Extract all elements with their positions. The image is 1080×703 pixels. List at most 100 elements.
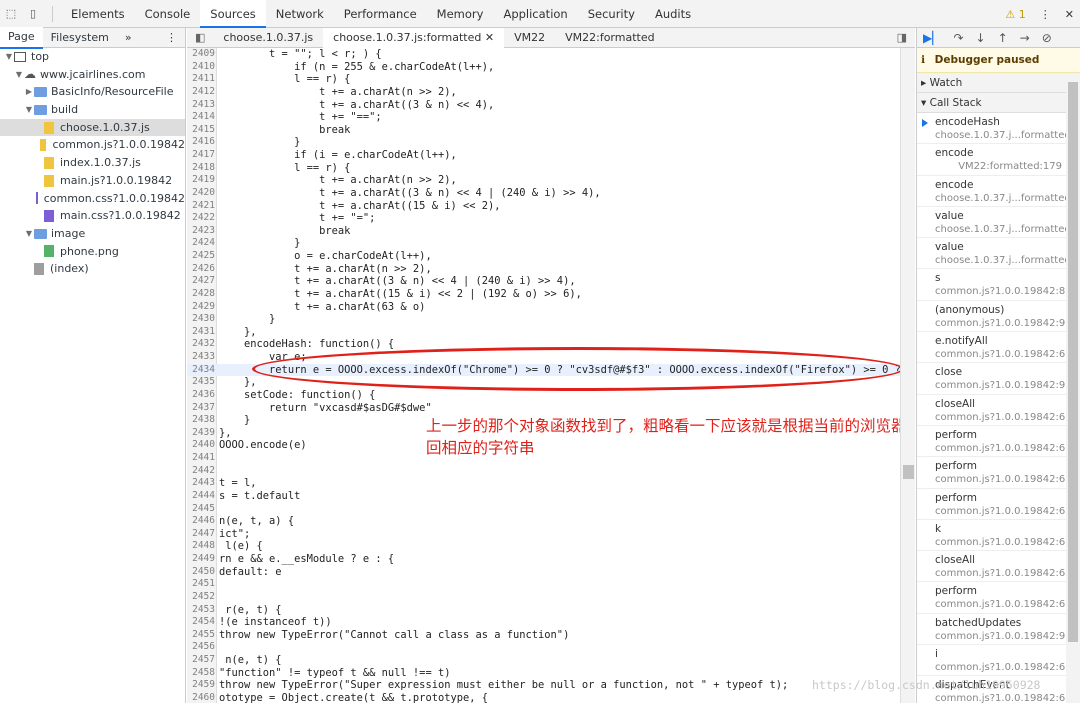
editor-tab[interactable]: VM22	[504, 28, 555, 48]
close-tab-icon[interactable]: ✕	[481, 31, 494, 44]
more-menu-icon[interactable]: ⋮	[1040, 8, 1051, 21]
line-number[interactable]: 2445	[187, 503, 217, 516]
line-number[interactable]: 2446	[187, 515, 217, 528]
tree-item[interactable]: choose.1.0.37.js	[0, 118, 185, 137]
callstack-frame[interactable]: k common.js?1.0.0.19842:6	[917, 520, 1080, 552]
tree-item[interactable]: ▼ image	[0, 225, 185, 243]
more-tabs-icon[interactable]: »	[117, 28, 140, 48]
callstack-frame[interactable]: value choose.1.0.37.j...formattec	[917, 207, 1080, 239]
line-number[interactable]: 2420	[187, 187, 217, 200]
line-number[interactable]: 2422	[187, 212, 217, 225]
line-number[interactable]: 2419	[187, 174, 217, 187]
tab-application[interactable]: Application	[493, 0, 577, 28]
callstack-frame[interactable]: encode VM22:formatted:179	[917, 144, 1080, 176]
step-into-icon[interactable]: ↓	[976, 31, 986, 45]
line-number[interactable]: 2415	[187, 124, 217, 137]
debugger-scroll-thumb[interactable]	[1068, 82, 1078, 642]
line-number[interactable]: 2435	[187, 376, 217, 389]
line-number[interactable]: 2438	[187, 414, 217, 427]
line-number[interactable]: 2447	[187, 528, 217, 541]
line-number[interactable]: 2432	[187, 338, 217, 351]
watch-section[interactable]: ▸ Watch	[917, 73, 1080, 93]
expand-arrow-icon[interactable]: ▼	[24, 101, 34, 119]
line-number[interactable]: 2434	[187, 364, 217, 377]
callstack-frame[interactable]: (anonymous) common.js?1.0.0.19842:9	[917, 301, 1080, 333]
navigator-menu-icon[interactable]: ⋮	[158, 28, 185, 48]
callstack-frame[interactable]: closeAll common.js?1.0.0.19842:6	[917, 395, 1080, 426]
tab-performance[interactable]: Performance	[334, 0, 427, 28]
toggle-debugger-icon[interactable]: ◨	[897, 31, 915, 44]
line-number[interactable]: 2440	[187, 439, 217, 452]
device-toolbar-icon[interactable]: ▯	[22, 3, 44, 25]
tree-item[interactable]: (index)	[0, 260, 185, 278]
line-number[interactable]: 2456	[187, 641, 217, 654]
callstack-frame[interactable]: s common.js?1.0.0.19842:8	[917, 269, 1080, 301]
editor-tab[interactable]: VM22:formatted	[555, 28, 664, 48]
debugger-scrollbar[interactable]	[1066, 74, 1080, 703]
callstack-frame[interactable]: encodeHash choose.1.0.37.j...formattec	[917, 113, 1080, 145]
editor-tab[interactable]: choose.1.0.37.js:formatted ✕	[323, 27, 505, 48]
line-number[interactable]: 2414	[187, 111, 217, 124]
tab-sources[interactable]: Sources	[200, 0, 266, 28]
line-number[interactable]: 2459	[187, 679, 217, 692]
line-number[interactable]: 2450	[187, 566, 217, 579]
callstack-frame[interactable]: closeAll common.js?1.0.0.19842:6	[917, 551, 1080, 583]
line-number[interactable]: 2426	[187, 263, 217, 276]
line-number[interactable]: 2417	[187, 149, 217, 162]
step-icon[interactable]: →	[1020, 31, 1030, 45]
tab-memory[interactable]: Memory	[427, 0, 494, 28]
inspect-element-icon[interactable]: ⬚	[0, 3, 22, 25]
tab-filesystem[interactable]: Filesystem	[43, 28, 117, 48]
callstack-frame[interactable]: value choose.1.0.37.j...formattec	[917, 238, 1080, 270]
tree-item[interactable]: ▼ ☁ www.jcairlines.com	[0, 66, 185, 84]
callstack-frame[interactable]: e.notifyAll common.js?1.0.0.19842:6	[917, 332, 1080, 364]
warning-icon[interactable]: ⚠ 1	[1005, 8, 1025, 21]
tree-item[interactable]: index.1.0.37.js	[0, 154, 185, 172]
editor-scroll-thumb[interactable]	[903, 465, 914, 479]
tab-elements[interactable]: Elements	[61, 0, 135, 28]
editor-scrollbar[interactable]	[900, 48, 915, 703]
line-number[interactable]: 2460	[187, 692, 217, 703]
callstack-frame[interactable]: batchedUpdates common.js?1.0.0.19842:9	[917, 614, 1080, 646]
step-over-icon[interactable]: ↷	[953, 31, 963, 45]
line-number[interactable]: 2427	[187, 275, 217, 288]
tab-security[interactable]: Security	[578, 0, 645, 28]
line-number[interactable]: 2411	[187, 73, 217, 86]
tree-item[interactable]: common.css?1.0.0.19842	[0, 190, 185, 208]
line-number[interactable]: 2429	[187, 301, 217, 314]
line-number[interactable]: 2424	[187, 237, 217, 250]
line-number[interactable]: 2455	[187, 629, 217, 642]
line-number[interactable]: 2425	[187, 250, 217, 263]
close-devtools-icon[interactable]: ✕	[1065, 8, 1074, 21]
tab-console[interactable]: Console	[135, 0, 201, 28]
step-out-icon[interactable]: ↑	[998, 31, 1008, 45]
callstack-frame[interactable]: perform common.js?1.0.0.19842:6	[917, 426, 1080, 458]
toggle-navigator-icon[interactable]: ◧	[187, 31, 213, 44]
expand-arrow-icon[interactable]: ▼	[14, 66, 24, 84]
callstack-frame[interactable]: perform common.js?1.0.0.19842:6	[917, 489, 1080, 520]
line-number[interactable]: 2430	[187, 313, 217, 326]
tree-item[interactable]: common.js?1.0.0.19842	[0, 136, 185, 154]
editor-tab[interactable]: choose.1.0.37.js	[213, 28, 323, 48]
callstack-frame[interactable]: perform common.js?1.0.0.19842:6	[917, 457, 1080, 489]
deactivate-breakpoints-icon[interactable]: ⊘	[1042, 31, 1052, 45]
line-number[interactable]: 2413	[187, 99, 217, 112]
tree-item[interactable]: ▼ build	[0, 101, 185, 119]
callstack-frame[interactable]: i common.js?1.0.0.19842:6	[917, 645, 1080, 677]
callstack-section[interactable]: ▾ Call Stack	[917, 93, 1080, 113]
callstack-frame[interactable]: perform common.js?1.0.0.19842:6	[917, 582, 1080, 614]
line-number[interactable]: 2436	[187, 389, 217, 402]
line-number[interactable]: 2449	[187, 553, 217, 566]
line-number[interactable]: 2458	[187, 667, 217, 680]
line-number[interactable]: 2428	[187, 288, 217, 301]
callstack-frame[interactable]: close common.js?1.0.0.19842:9	[917, 363, 1080, 395]
expand-arrow-icon[interactable]: ▼	[24, 225, 34, 243]
tree-item[interactable]: main.js?1.0.0.19842	[0, 172, 185, 190]
line-number[interactable]: 2416	[187, 136, 217, 149]
tree-item[interactable]: main.css?1.0.0.19842	[0, 207, 185, 225]
line-number[interactable]: 2442	[187, 465, 217, 478]
callstack-frame[interactable]: encode choose.1.0.37.j...formattec	[917, 176, 1080, 207]
line-number[interactable]: 2452	[187, 591, 217, 604]
tree-item[interactable]: ▶ BasicInfo/ResourceFile	[0, 83, 185, 101]
line-number[interactable]: 2423	[187, 225, 217, 238]
